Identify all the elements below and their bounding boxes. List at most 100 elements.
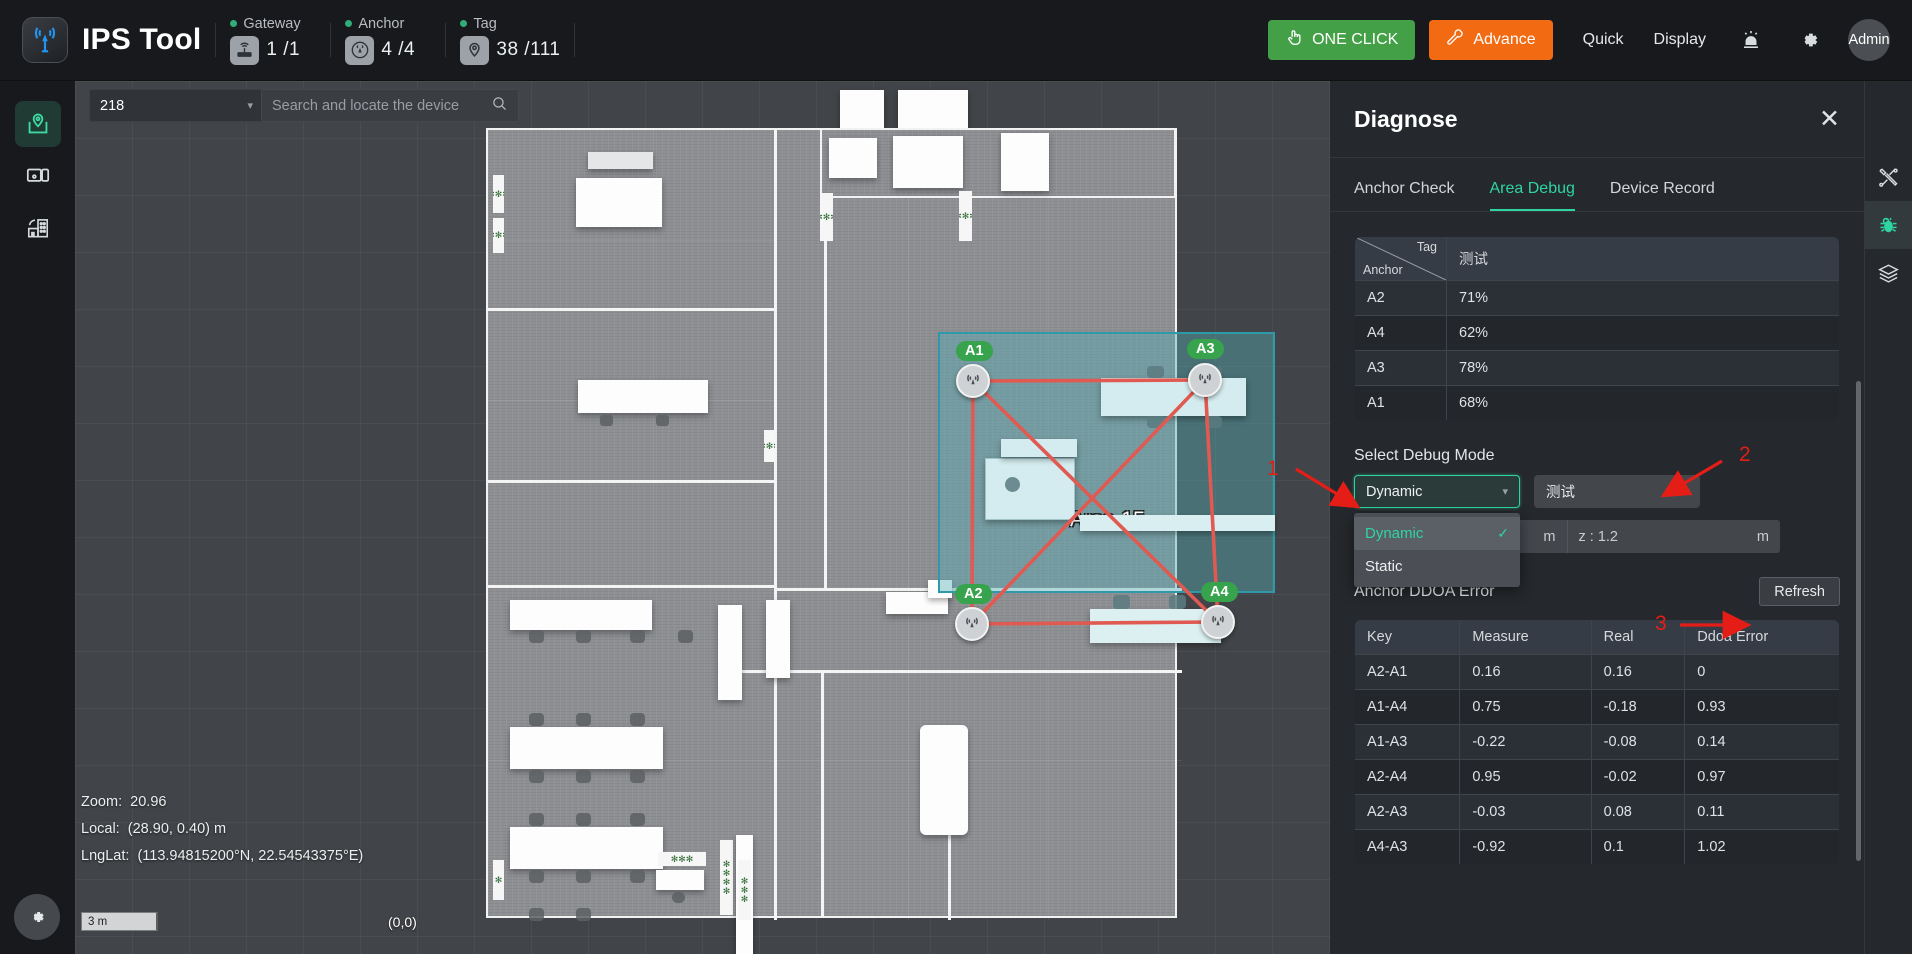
user-avatar[interactable]: Admin [1848,19,1890,61]
table-row: A4-A3 -0.92 0.1 1.02 [1355,829,1839,864]
furniture-box [1001,133,1049,191]
tag-select[interactable]: 测试 ▾ [1534,475,1700,508]
bug-debug-icon[interactable] [1864,201,1912,249]
z-unit: m [1756,528,1769,545]
gear-icon[interactable] [1796,27,1822,53]
close-icon[interactable]: ✕ [1819,106,1840,132]
floor-select[interactable]: 218 ▾ [89,89,264,122]
chair [1169,595,1186,609]
anchor-label-a2[interactable]: A2 [955,584,992,604]
tag-pin-icon [460,35,490,65]
corner-col-label: Tag [1416,240,1437,254]
x-unit: m [1543,528,1556,545]
gateway-label: Gateway [243,15,301,32]
sidebar-item-building-view[interactable] [15,205,61,251]
table-row: A1 68% [1355,385,1839,420]
zoom-label: Zoom: [81,794,123,810]
anchor-label-a1[interactable]: A1 [956,341,993,361]
app-logo [22,17,68,63]
chair [1005,477,1020,492]
anchor-value: 4 /4 [381,39,416,60]
table-row: A2 71% [1355,280,1839,316]
dropdown-option-static[interactable]: Static [1354,550,1520,583]
stat-gateway: Gateway 1 /1 [230,16,316,65]
anchor-label-a4[interactable]: A4 [1201,582,1238,602]
plant-decor: ✻ [493,860,504,900]
anchor-cell: A1 [1355,385,1447,420]
router-icon [230,35,260,65]
advance-label: Advance [1473,31,1536,48]
cell-error: 0 [1684,654,1839,690]
table-row: A2-A4 0.95 -0.02 0.97 [1355,759,1839,795]
app-header: IPS Tool Gateway 1 /1 Anchor 4 /4 Tag 38… [0,0,1912,81]
furniture-table [578,380,708,413]
one-click-button[interactable]: ONE CLICK [1268,20,1416,60]
tab-device-record[interactable]: Device Record [1610,180,1715,211]
chevron-down-icon: ▾ [1682,486,1688,498]
anchor-label-a3[interactable]: A3 [1187,339,1224,359]
lnglat-label: LngLat: [81,848,130,864]
anchor-node-a1[interactable] [956,364,990,398]
local-label: Local: [81,821,120,837]
tab-anchor-check[interactable]: Anchor Check [1354,180,1455,211]
tag-value: 38 /111 [496,39,561,60]
anchor-node-a4[interactable] [1201,605,1235,639]
table-row: A3 78% [1355,350,1839,386]
tag-label: Tag [473,15,497,32]
header-divider [215,23,217,57]
debug-mode-select[interactable]: Dynamic ▾ [1354,475,1520,508]
alarm-bell-icon[interactable] [1738,27,1764,53]
wall [774,130,777,920]
floor-select-value: 218 [100,97,125,114]
wall [824,670,1182,673]
dropdown-option-label: Static [1365,558,1403,575]
debug-mode-dropdown[interactable]: Dynamic ✓ Static [1354,513,1520,587]
plant-decor: ✻✻✻ [764,430,775,462]
anchor-node-a3[interactable] [1188,363,1222,397]
cell-error: 0.97 [1684,759,1839,795]
anchor-antenna-icon [1212,615,1224,626]
col-real: Real [1590,620,1686,655]
cell-measure: -0.92 [1459,829,1592,864]
furniture-sink [656,870,704,890]
sidebar-item-device-view[interactable] [15,153,61,199]
dropdown-option-label: Dynamic [1365,525,1424,542]
furniture-cabinet [718,605,742,700]
refresh-button[interactable]: Refresh [1759,577,1840,606]
display-menu[interactable]: Display [1654,31,1706,49]
furniture-desk [510,727,663,769]
panel-scrollbar[interactable] [1856,381,1861,861]
sidebar-item-map-view[interactable] [14,101,61,147]
tab-area-debug[interactable]: Area Debug [1489,180,1575,211]
furniture-shelf [1001,439,1077,457]
floor-gridline [908,130,909,920]
advance-button[interactable]: Advance [1429,20,1553,60]
dropdown-option-dynamic[interactable]: Dynamic ✓ [1354,517,1520,550]
anchor-tag-table: Tag Anchor 测试 A2 71% A4 62% A3 78% A1 68… [1354,236,1840,421]
tag-select-value: 测试 [1546,485,1575,501]
chair [576,908,591,921]
select-debug-mode-title: Select Debug Mode [1354,447,1495,464]
anchor-antenna-icon [1199,373,1211,384]
col-measure: Measure [1459,620,1592,655]
anchor-rate-cell: 71% [1446,280,1839,316]
quick-menu[interactable]: Quick [1583,31,1624,49]
anchor-node-a2[interactable] [955,607,989,641]
search-icon[interactable] [491,95,508,117]
chair [576,630,591,643]
layers-icon[interactable] [1865,249,1912,297]
debug-mode-value: Dynamic [1366,483,1423,500]
device-search[interactable] [261,89,519,122]
tools-icon[interactable] [1865,153,1912,201]
anchor-antenna-icon [966,617,978,628]
chair [1205,416,1222,428]
search-input[interactable] [272,97,491,114]
anchor-tag-corner-cell: Tag Anchor [1355,237,1447,281]
z-coordinate-field[interactable]: z : 1.2 m [1568,520,1781,553]
table-row: A1-A4 0.75 -0.18 0.93 [1355,689,1839,725]
rail-settings-button[interactable] [14,894,60,940]
annotation-number-3: 3 [1655,612,1667,635]
stat-tag: Tag 38 /111 [460,16,560,65]
wall [821,670,824,918]
cell-measure: 0.75 [1459,689,1592,725]
